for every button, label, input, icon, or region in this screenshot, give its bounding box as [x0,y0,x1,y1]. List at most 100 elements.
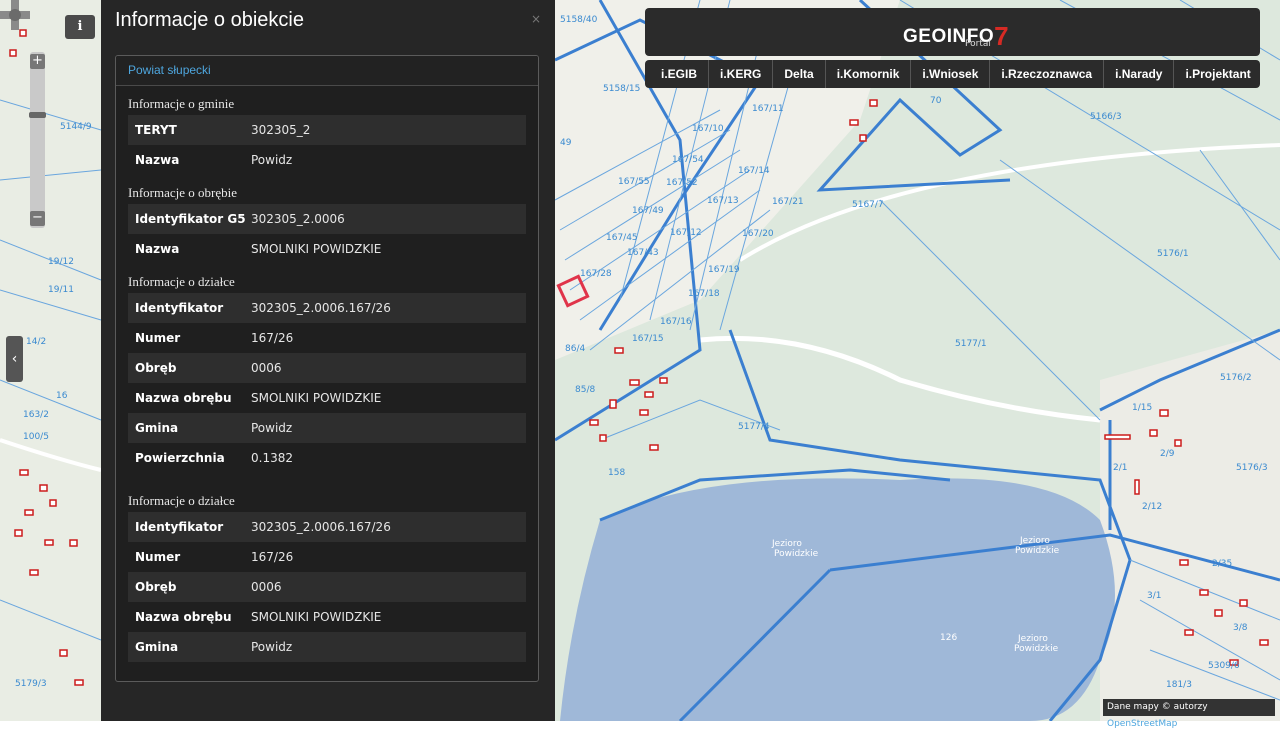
svg-text:167/16: 167/16 [660,317,692,327]
svg-text:167/21: 167/21 [772,197,804,207]
info-row: Obręb 0006 [128,353,526,383]
svg-text:85/8: 85/8 [575,385,595,395]
section-title: Informacje o działce [128,274,235,289]
row-key: Nazwa [135,153,180,167]
svg-text:167/20: 167/20 [742,229,774,239]
row-value: SMOLNIKI POWIDZKIE [251,610,382,624]
svg-text:1/15: 1/15 [1132,403,1152,413]
menu-item-wniosek[interactable]: i.Wniosek [911,60,991,88]
row-key: Nazwa [135,242,180,256]
row-key: Identyfikator [135,301,224,315]
svg-text:Powidzkie: Powidzkie [774,549,819,559]
zoom-bar[interactable]: + − [29,52,46,228]
logo-subtitle: Portal [965,39,991,49]
zoom-out-button[interactable]: − [30,211,45,226]
row-key: Numer [135,331,181,345]
row-value: 302305_2.0006.167/26 [251,520,391,534]
info-icon[interactable]: i [65,15,95,39]
svg-text:167/49: 167/49 [632,206,664,216]
svg-text:5167/7: 5167/7 [852,200,884,210]
svg-text:5158/40: 5158/40 [560,15,598,25]
menu-item-projektant[interactable]: i.Projektant [1174,60,1261,88]
section-title: Informacje o obrębie [128,185,238,200]
logo[interactable]: GEOINFO7 [903,18,1010,51]
svg-text:167/12: 167/12 [670,228,702,238]
row-key: Gmina [135,421,179,435]
svg-text:181/3: 181/3 [1166,680,1192,690]
panel-tab-header[interactable]: Powiat słupecki [116,56,538,86]
info-row: Numer 167/26 [128,542,526,572]
svg-text:19/12: 19/12 [48,257,74,267]
svg-text:167/19: 167/19 [708,265,740,275]
svg-text:167/45: 167/45 [606,233,638,243]
logo-number: 7 [994,21,1010,51]
svg-text:2/35: 2/35 [1212,559,1232,569]
zoom-slider-handle[interactable] [29,112,46,118]
menu-item-komornik[interactable]: i.Komornik [826,60,912,88]
row-key: Numer [135,550,181,564]
tab-powiat[interactable]: Powiat słupecki [116,56,538,84]
menu-item-delta[interactable]: Delta [773,60,826,88]
zoom-in-button[interactable]: + [30,54,45,69]
svg-text:167/55: 167/55 [618,177,650,187]
row-value: SMOLNIKI POWIDZKIE [251,242,382,256]
section-title: Informacje o gminie [128,96,235,111]
info-row: Numer 167/26 [128,323,526,353]
svg-text:49: 49 [560,138,572,148]
svg-text:158: 158 [608,468,625,478]
svg-text:167/15: 167/15 [632,334,664,344]
row-key: Obręb [135,580,177,594]
svg-text:5177/4: 5177/4 [738,422,770,432]
svg-text:167/18: 167/18 [688,289,720,299]
svg-text:167/52: 167/52 [666,178,698,188]
menu-item-kerg[interactable]: i.KERG [709,60,774,88]
svg-text:14/2: 14/2 [26,337,46,347]
svg-text:3/8: 3/8 [1233,623,1248,633]
object-info-panel: Informacje o obiekcie × Powiat słupecki … [101,0,555,721]
row-key: Identyfikator [135,520,224,534]
attribution-text: Dane mapy © autorzy [1107,702,1208,712]
menu-item-narady[interactable]: i.Narady [1104,60,1175,88]
svg-text:5176/2: 5176/2 [1220,373,1252,383]
info-row: Obręb 0006 [128,572,526,602]
row-value: Powidz [251,421,293,435]
row-value: 0006 [251,580,282,594]
info-row: Gmina Powidz [128,413,526,443]
svg-text:5177/1: 5177/1 [955,339,987,349]
svg-text:5166/3: 5166/3 [1090,112,1122,122]
info-row: Nazwa obrębu SMOLNIKI POWIDZKIE [128,383,526,413]
menu-item-egib[interactable]: i.EGIB [650,60,710,88]
menu-item-rzeczoznawca[interactable]: i.Rzeczoznawca [990,60,1105,88]
row-key: Gmina [135,640,179,654]
svg-text:3/1: 3/1 [1147,591,1161,601]
row-key: Nazwa obrębu [135,610,232,624]
row-key: Powierzchnia [135,451,225,465]
svg-text:19/11: 19/11 [48,285,74,295]
collapse-panel-button[interactable]: ‹ [6,336,23,382]
svg-text:Powidzkie: Powidzkie [1015,546,1060,556]
info-row: Nazwa SMOLNIKI POWIDZKIE [128,234,526,264]
info-row: Identyfikator 302305_2.0006.167/26 [128,293,526,323]
svg-text:5144/9: 5144/9 [60,122,92,132]
close-icon[interactable]: × [531,12,541,26]
svg-text:86/4: 86/4 [565,344,585,354]
row-key: Nazwa obrębu [135,391,232,405]
svg-text:167/13: 167/13 [707,196,739,206]
info-row: Identyfikator G5 302305_2.0006 [128,204,526,234]
svg-text:5176/3: 5176/3 [1236,463,1268,473]
svg-text:16: 16 [56,391,68,401]
row-key: Obręb [135,361,177,375]
row-value: 302305_2 [251,123,311,137]
section-title: Informacje o działce [128,493,235,508]
row-value: 0.1382 [251,451,293,465]
row-value: 0006 [251,361,282,375]
row-key: TERYT [135,123,177,137]
row-value: Powidz [251,640,293,654]
info-row: Nazwa Powidz [128,145,526,175]
pan-control[interactable] [0,0,30,30]
svg-text:5309/6: 5309/6 [1208,661,1240,671]
svg-text:163/2: 163/2 [23,410,49,420]
info-row: Identyfikator 302305_2.0006.167/26 [128,512,526,542]
svg-text:167/43: 167/43 [627,248,659,258]
row-value: 302305_2.0006 [251,212,345,226]
